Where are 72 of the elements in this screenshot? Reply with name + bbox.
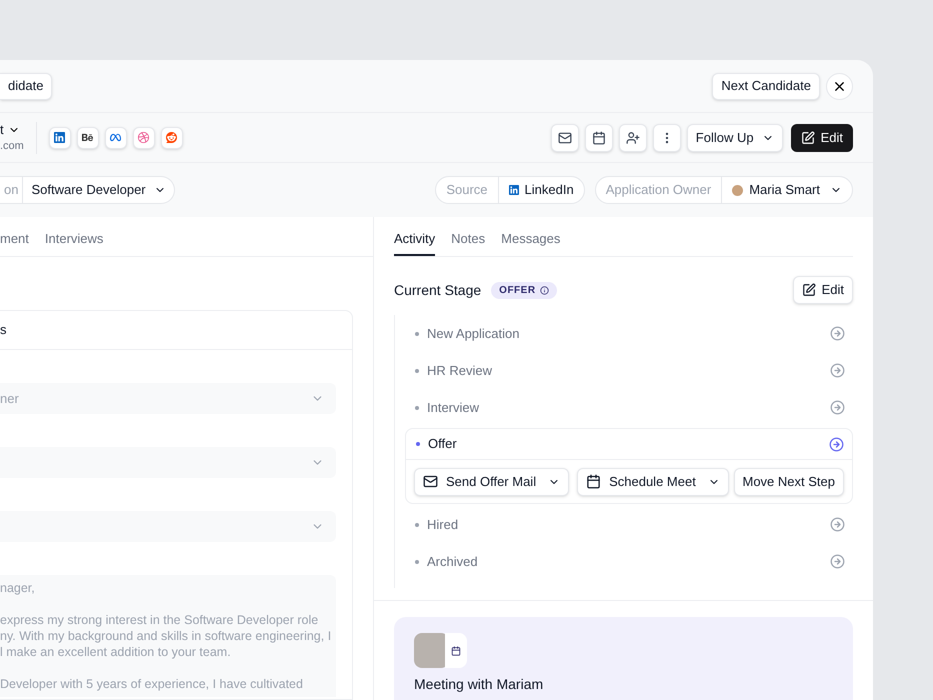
action-dropdown[interactable]: Send Offer Mail: [414, 468, 570, 496]
position-dropdown[interactable]: Software Developer: [22, 177, 174, 203]
letter-line: nager,: [0, 580, 36, 596]
move-next-step-button[interactable]: Move Next Step: [734, 468, 844, 496]
edit-icon: [802, 283, 816, 297]
mail-icon: [423, 474, 438, 489]
add-user-button[interactable]: [618, 124, 647, 152]
tab[interactable]: Notes: [451, 217, 486, 256]
source-value: LinkedIn: [498, 177, 584, 203]
arrow-circle-icon[interactable]: [830, 554, 845, 569]
edit-button[interactable]: Edit: [790, 124, 853, 152]
letter-line: l make an excellent addition to your team.: [0, 644, 232, 660]
mail-icon: [558, 130, 572, 144]
stage-label: New Application: [427, 324, 520, 343]
behance-logo-icon: [82, 132, 94, 143]
avatar: [732, 184, 744, 196]
action-dropdown[interactable]: Schedule Meet: [577, 468, 729, 496]
letter-line: Developer with 5 years of experience, I have cultivated: [0, 676, 304, 692]
edit-icon: [800, 130, 815, 144]
field-label: Application Owner: [604, 181, 712, 200]
next-candidate-button[interactable]: Next Candidate: [712, 72, 820, 100]
owner-dropdown[interactable]: Maria Smart: [721, 177, 852, 203]
arrow-circle-icon[interactable]: [830, 326, 845, 341]
meeting-app-icon: [445, 633, 467, 668]
stage-label: Interview: [427, 398, 480, 417]
arrow-circle-icon[interactable]: [830, 400, 845, 415]
card-title: s: [0, 321, 6, 340]
meta-logo-icon: [110, 132, 122, 143]
email-button[interactable]: [550, 124, 579, 152]
stage-item[interactable]: Interview: [395, 389, 853, 426]
social-profile-button[interactable]: [76, 126, 99, 148]
social-profile-button[interactable]: [48, 126, 71, 148]
stage-item[interactable]: Archived: [395, 543, 853, 580]
arrow-circle-icon[interactable]: [830, 363, 845, 378]
stage-label: Hired: [427, 516, 458, 534]
select-field[interactable]: [0, 511, 336, 542]
stage-item[interactable]: New Application: [395, 315, 853, 352]
stage-item[interactable]: HR Review: [395, 352, 853, 389]
select-field[interactable]: [0, 447, 336, 478]
linkedin-logo-icon: [508, 185, 519, 195]
arrow-circle-icon[interactable]: [829, 436, 844, 452]
field-label: on: [3, 181, 20, 200]
close-button[interactable]: [826, 72, 853, 100]
info-icon: [540, 286, 549, 294]
tab[interactable]: ment: [0, 217, 29, 256]
follow-up-dropdown[interactable]: Follow Up: [686, 124, 783, 152]
candidate-email: .com: [0, 138, 24, 154]
user-plus-icon: [626, 130, 640, 144]
candidate-name: t: [0, 122, 4, 138]
tab[interactable]: Activity: [394, 217, 436, 256]
schedule-button[interactable]: [584, 124, 613, 152]
stage-label: Archived: [427, 552, 478, 571]
letter-line: ny. With my background and skills in software engineering, I: [0, 628, 328, 644]
stage-label: HR Review: [427, 362, 492, 380]
calendar-icon: [586, 474, 602, 489]
previous-candidate-button[interactable]: didate: [0, 72, 52, 100]
select-placeholder: ner: [0, 390, 19, 408]
section-title: Current Stage: [394, 280, 482, 300]
stage-label: Offer: [428, 435, 457, 454]
letter-line: express my strong interest in the Software Developer role: [0, 612, 320, 628]
edit-stage-button[interactable]: Edit: [792, 276, 853, 304]
meeting-title: Meeting with Mariam: [414, 676, 544, 692]
tab[interactable]: Messages: [501, 217, 560, 256]
tab[interactable]: Interviews: [44, 217, 104, 256]
field-label: Source: [445, 181, 489, 200]
stage-item[interactable]: Hired: [395, 506, 853, 543]
arrow-circle-icon[interactable]: [830, 517, 845, 532]
linkedin-logo-icon: [54, 132, 66, 143]
dribbble-logo-icon: [138, 132, 150, 143]
calendar-icon: [592, 130, 606, 144]
reddit-logo-icon: [166, 132, 178, 143]
stage-badge: OFFER: [491, 282, 557, 298]
